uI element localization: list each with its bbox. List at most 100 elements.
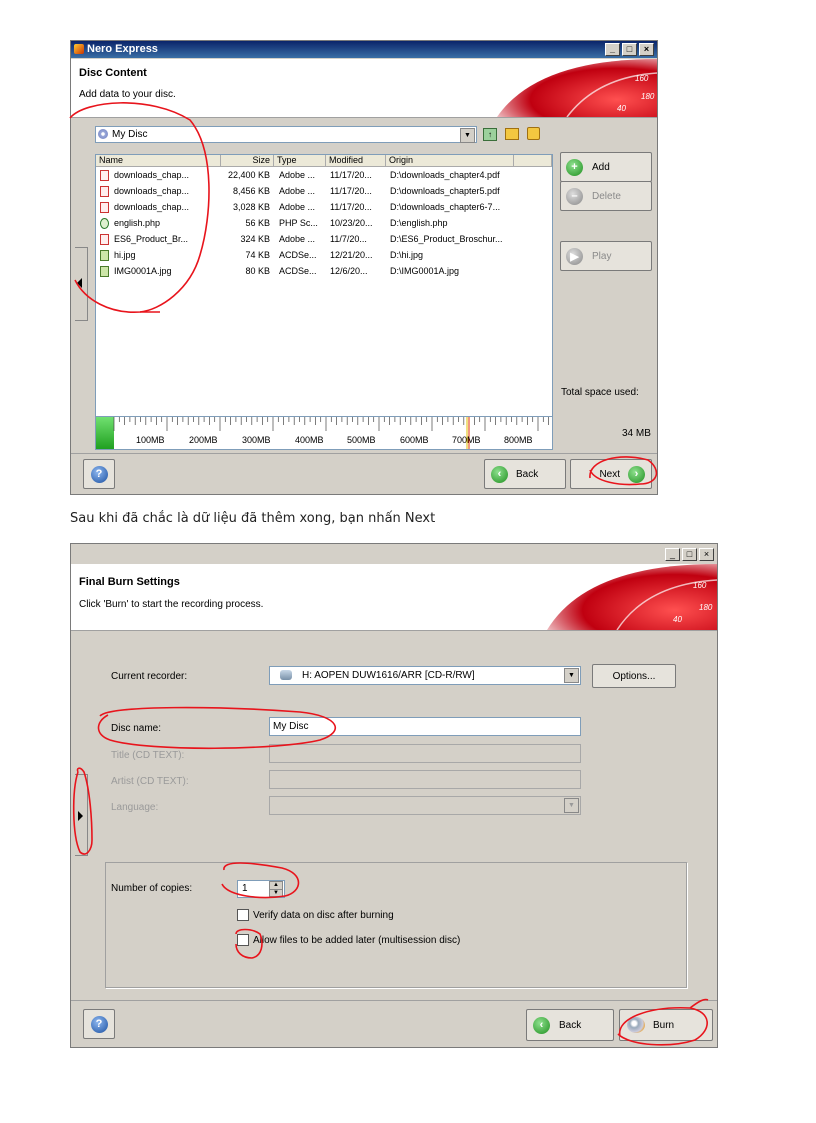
chevron-down-icon[interactable]: ▼ [564,798,579,813]
gauge-40: 40 [673,615,682,624]
file-type: PHP Sc... [279,218,318,228]
gauge-180: 180 [641,92,655,101]
current-recorder-label: Current recorder: [111,671,188,682]
file-type: Adobe ... [279,202,316,212]
disc-selector-value: My Disc [112,129,148,140]
language-label: Language: [111,802,159,813]
back-button[interactable]: ‹ Back [526,1009,614,1041]
file-origin: D:\english.php [390,218,448,228]
disc-name-value: My Disc [273,721,309,732]
multisession-checkbox[interactable] [237,934,249,946]
instruction-caption: Sau khi đã chắc là dữ liệu đã thêm xong,… [70,511,436,526]
artist-cd-text-field[interactable] [269,770,581,789]
file-row[interactable]: ES6_Product_Br... 324 KB Adobe ... 11/7/… [96,232,552,247]
gauge-160: 160 [693,581,707,590]
close-button[interactable]: × [639,43,654,56]
file-type: Adobe ... [279,186,316,196]
file-row[interactable]: downloads_chap... 8,456 KB Adobe ... 11/… [96,184,552,199]
folder-options-icon[interactable] [527,127,540,140]
language-select[interactable]: ▼ [269,796,581,815]
file-modified: 12/21/20... [330,250,373,260]
column-header-modified[interactable]: Modified [326,155,386,167]
file-row[interactable]: IMG0001A.jpg 80 KB ACDSe... 12/6/20... D… [96,264,552,279]
file-size: 3,028 KB [232,202,270,212]
burn-button[interactable]: Burn [619,1009,713,1041]
side-panel-toggle[interactable] [75,774,88,856]
image-icon [100,250,109,261]
column-header-origin[interactable]: Origin [386,155,514,167]
file-row[interactable]: downloads_chap... 3,028 KB Adobe ... 11/… [96,200,552,215]
header-title: Final Burn Settings [79,576,180,588]
verify-checkbox[interactable] [237,909,249,921]
file-name: IMG0001A.jpg [114,266,172,276]
ruler-label-700: 700MB [452,435,481,445]
speedometer-graphic: 160 180 40 [547,564,717,630]
disc-icon [98,129,108,139]
maximize-button[interactable]: □ [682,548,697,561]
ruler-label-600: 600MB [400,435,429,445]
new-folder-icon[interactable] [505,128,519,140]
next-button[interactable]: Next › [570,459,652,489]
options-button[interactable]: Options... [592,664,676,688]
column-header-extra [514,155,552,167]
ruler-label-300: 300MB [242,435,271,445]
file-name: ES6_Product_Br... [114,234,189,244]
file-size: 324 KB [240,234,270,244]
disc-selector[interactable]: My Disc ▼ [95,126,477,143]
play-button[interactable]: ▶ Play [560,241,652,271]
title-cd-text-field[interactable] [269,744,581,763]
back-arrow-icon: ‹ [533,1016,550,1034]
minimize-button[interactable]: _ [665,548,680,561]
spin-down-icon[interactable]: ▼ [269,889,283,897]
ruler-label-200: 200MB [189,435,218,445]
header-subtitle: Click 'Burn' to start the recording proc… [79,599,264,610]
options-label: Options... [612,670,656,682]
up-folder-icon[interactable]: ↑ [483,128,497,141]
add-icon: + [566,158,583,176]
verify-label: Verify data on disc after burning [253,910,394,921]
chevron-down-icon[interactable]: ▼ [460,128,475,143]
add-button[interactable]: + Add [560,152,652,182]
file-modified: 11/17/20... [330,202,372,212]
pdf-icon [100,202,109,213]
file-row[interactable]: hi.jpg 74 KB ACDSe... 12/21/20... D:\hi.… [96,248,552,263]
column-size-label: Size [252,155,270,165]
close-button[interactable]: × [699,548,714,561]
disc-name-field[interactable]: My Disc [269,717,581,736]
help-icon: ? [90,465,108,483]
header-title: Disc Content [79,67,147,79]
play-label: Play [592,250,612,262]
play-icon: ▶ [566,247,583,265]
minimize-button[interactable]: _ [605,43,620,56]
total-space-label: Total space used: [561,387,639,398]
file-size: 22,400 KB [227,170,270,180]
file-row[interactable]: downloads_chap... 22,400 KB Adobe ... 11… [96,168,552,183]
back-label: Back [559,1019,582,1031]
pdf-icon [100,234,109,245]
delete-button[interactable]: – Delete [560,181,652,211]
column-header-size[interactable]: Size [221,155,274,167]
file-origin: D:\hi.jpg [390,250,424,260]
help-button[interactable]: ? [83,1009,115,1039]
window-controls: _ □ × [665,548,714,561]
maximize-button[interactable]: □ [622,43,637,56]
ruler-label-800: 800MB [504,435,533,445]
php-icon [100,218,109,229]
pdf-icon [100,170,109,181]
file-name: downloads_chap... [114,202,190,212]
side-panel-toggle[interactable] [75,247,88,321]
add-label: Add [592,161,610,173]
file-name: downloads_chap... [114,186,190,196]
window-controls: _ □ × [605,43,654,56]
recorder-select[interactable]: H: AOPEN DUW1616/ARR [CD-R/RW] ▼ [269,666,581,685]
chevron-down-icon[interactable]: ▼ [564,668,579,683]
back-button[interactable]: ‹ Back [484,459,566,489]
file-row[interactable]: english.php 56 KB PHP Sc... 10/23/20... … [96,216,552,231]
wizard-header: Final Burn Settings Click 'Burn' to star… [71,564,717,631]
copies-spinner[interactable]: 1 ▲ ▼ [237,880,285,898]
ruler-label-100: 100MB [136,435,165,445]
column-header-type[interactable]: Type [274,155,326,167]
image-icon [100,266,109,277]
column-header-name[interactable]: Name [96,155,221,167]
help-button[interactable]: ? [83,459,115,489]
